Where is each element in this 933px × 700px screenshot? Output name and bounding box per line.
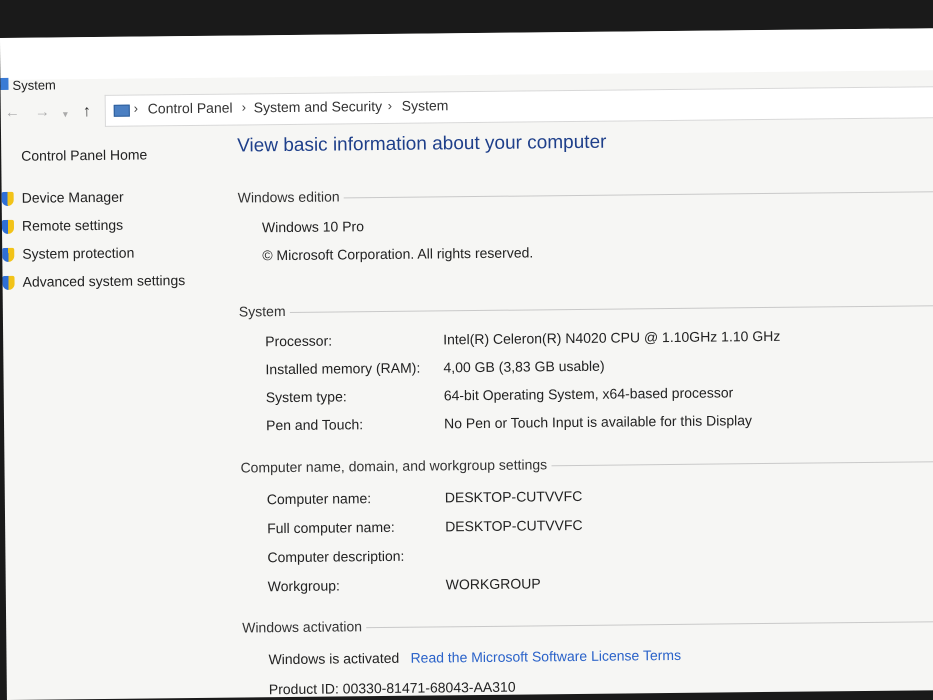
- shield-icon: [2, 247, 15, 262]
- row-value: DESKTOP-CUTVVFC: [445, 516, 583, 535]
- row-value: No Pen or Touch Input is available for t…: [443, 412, 753, 432]
- row-label: Installed memory (RAM):: [265, 359, 421, 378]
- shield-icon: [2, 275, 15, 290]
- sidebar-item-advanced-system-settings[interactable]: Advanced system settings: [2, 272, 222, 294]
- sidebar: Control Panel Home Device Manager Remote…: [1, 136, 221, 290]
- shield-icon: [1, 191, 14, 206]
- edition-value: Windows 10 Pro: [261, 218, 365, 236]
- chevron-right-icon[interactable]: ›: [388, 98, 393, 113]
- sidebar-item-system-protection[interactable]: System protection: [2, 244, 222, 266]
- divider: [238, 305, 933, 314]
- activation-status: Windows is activated: [268, 649, 400, 668]
- chevron-right-icon[interactable]: ›: [134, 101, 139, 116]
- row-value: Intel(R) Celeron(R) N4020 CPU @ 1.10GHz …: [443, 327, 781, 348]
- product-id: Product ID: 00330-81471-68043-AA310: [268, 678, 516, 698]
- screen: System ← → ▾ ↑ › Control Panel › System …: [0, 28, 933, 700]
- row-label: Processor:: [265, 332, 333, 350]
- row-label: Workgroup:: [267, 577, 340, 595]
- section-title: Windows activation: [242, 618, 367, 636]
- section-windows-activation: Windows activation: [242, 612, 933, 639]
- forward-arrow-icon[interactable]: →: [35, 103, 50, 120]
- section-title: System: [238, 302, 290, 320]
- section-computer-name: Computer name, domain, and workgroup set…: [240, 452, 933, 479]
- window-title: System: [12, 77, 56, 93]
- row-value: WORKGROUP: [445, 575, 541, 593]
- up-arrow-icon[interactable]: ↑: [83, 103, 91, 121]
- section-system: System: [238, 296, 933, 323]
- control-panel-home-link[interactable]: Control Panel Home: [21, 146, 147, 163]
- row-label: Full computer name:: [267, 518, 395, 537]
- main-content: View basic information about your comput…: [237, 128, 933, 697]
- address-bar[interactable]: › Control Panel › System and Security › …: [104, 86, 933, 127]
- breadcrumb-control-panel[interactable]: Control Panel: [148, 100, 233, 117]
- license-terms-link[interactable]: Read the Microsoft Software License Term…: [410, 647, 681, 666]
- row-label: Computer description:: [267, 547, 405, 566]
- back-arrow-icon[interactable]: ←: [5, 104, 20, 121]
- sidebar-item-label: Remote settings: [21, 216, 124, 234]
- sidebar-item-device-manager[interactable]: Device Manager: [1, 188, 222, 210]
- row-value: DESKTOP-CUTVVFC: [444, 487, 583, 506]
- title-bar: [0, 28, 933, 80]
- breadcrumb-system-and-security[interactable]: System and Security: [254, 98, 383, 115]
- row-label: Pen and Touch:: [265, 416, 364, 434]
- page-title: View basic information about your comput…: [237, 131, 607, 157]
- sidebar-item-remote-settings[interactable]: Remote settings: [1, 216, 222, 238]
- sidebar-item-label: Advanced system settings: [22, 272, 186, 290]
- recent-dropdown-icon[interactable]: ▾: [63, 109, 68, 120]
- chevron-right-icon[interactable]: ›: [242, 99, 247, 114]
- computer-icon: [113, 104, 130, 117]
- row-value: 64-bit Operating System, x64-based proce…: [443, 384, 734, 404]
- row-value: 4,00 GB (3,83 GB usable): [443, 357, 605, 376]
- breadcrumb-system[interactable]: System: [402, 97, 449, 113]
- row-label: System type:: [265, 388, 347, 406]
- copyright-text: © Microsoft Corporation. All rights rese…: [262, 244, 534, 264]
- sidebar-item-label: Device Manager: [21, 188, 124, 206]
- shield-icon: [1, 219, 15, 234]
- row-label: Computer name:: [266, 490, 372, 508]
- section-title: Computer name, domain, and workgroup set…: [240, 456, 552, 476]
- section-title: Windows edition: [237, 188, 344, 206]
- section-windows-edition: Windows edition: [237, 182, 933, 209]
- sidebar-item-label: System protection: [22, 244, 135, 262]
- system-window-icon: [0, 77, 9, 90]
